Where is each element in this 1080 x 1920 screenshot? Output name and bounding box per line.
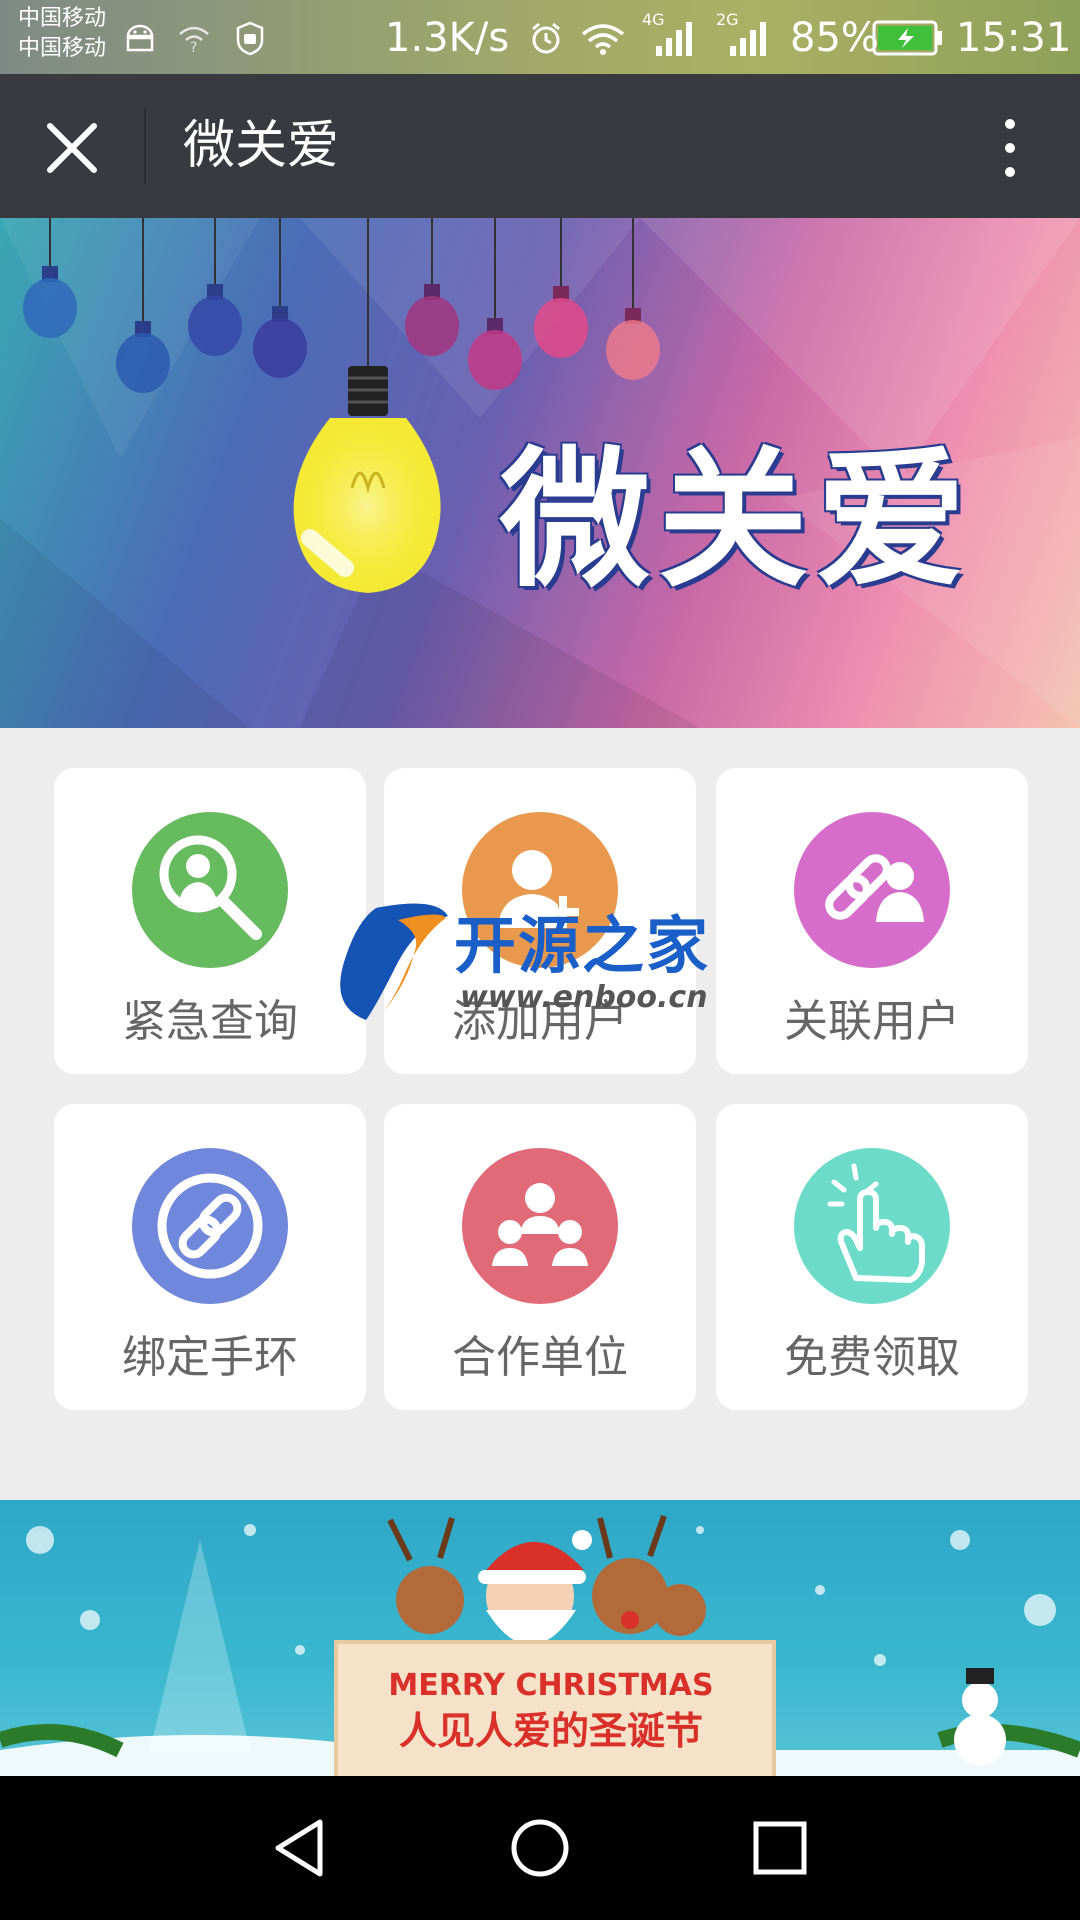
carrier-1: 中国移动: [18, 6, 107, 31]
tile-label: 免费领取: [784, 1332, 960, 1383]
alarm-icon: [532, 22, 560, 54]
tile-free-claim[interactable]: 免费领取: [716, 1104, 1028, 1410]
network-speed: 1.3K/s: [385, 15, 510, 61]
tile-label: 关联用户: [784, 996, 960, 1047]
back-icon[interactable]: [264, 1812, 336, 1884]
banner-title: 微关爱: [500, 434, 975, 608]
status-bar: 中国移动 中国移动 ? 1.3K/s 4G 2G 85% 15:31: [0, 0, 1080, 74]
shield-hand-icon: [236, 21, 264, 56]
tile-bind-bracelet[interactable]: 绑定手环: [54, 1104, 366, 1410]
watermark-logo-icon: [340, 903, 448, 1020]
watermark-url: www.enboo.cn: [460, 980, 708, 1015]
tile-link-users[interactable]: 关联用户: [716, 768, 1028, 1074]
group-icon: [462, 1148, 618, 1304]
page-title: 微关爱: [183, 116, 340, 176]
christmas-english-text: MERRY CHRISTMAS: [388, 1668, 714, 1703]
clock: 15:31: [956, 15, 1072, 61]
battery-percent: 85%: [790, 15, 879, 61]
wifi-icon: [581, 24, 625, 55]
close-icon[interactable]: [42, 118, 102, 178]
system-navigation-bar: [0, 1776, 1080, 1920]
signal-2-icon: [730, 22, 766, 56]
search-user-icon: [132, 812, 288, 968]
wifi-unknown-icon: ?: [179, 26, 209, 56]
svg-text:?: ?: [190, 40, 197, 56]
android-icon: [126, 24, 154, 52]
top-nav-bar: 微关爱: [0, 74, 1080, 218]
tile-label: 合作单位: [452, 1332, 628, 1383]
link-users-icon: [794, 812, 950, 968]
carrier-2: 中国移动: [18, 36, 107, 61]
recents-icon[interactable]: [744, 1812, 816, 1884]
home-icon[interactable]: [504, 1812, 576, 1884]
watermark-title: 开源之家: [454, 909, 711, 982]
hero-banner: 微关爱: [0, 218, 1080, 728]
christmas-chinese-text: 人见人爱的圣诞节: [398, 1709, 703, 1753]
watermark-overlay: 开源之家 www.enboo.cn: [336, 896, 756, 1026]
tap-hand-icon: [794, 1148, 950, 1304]
tile-label: 紧急查询: [122, 996, 298, 1047]
tile-partners[interactable]: 合作单位: [384, 1104, 696, 1410]
battery-charging-icon: [872, 20, 942, 56]
signal-1-icon: [656, 22, 692, 56]
more-vertical-icon[interactable]: [990, 114, 1030, 182]
nav-divider: [144, 108, 146, 184]
bind-link-icon: [132, 1148, 288, 1304]
tile-emergency-query[interactable]: 紧急查询: [54, 768, 366, 1074]
tile-label: 绑定手环: [122, 1332, 298, 1383]
